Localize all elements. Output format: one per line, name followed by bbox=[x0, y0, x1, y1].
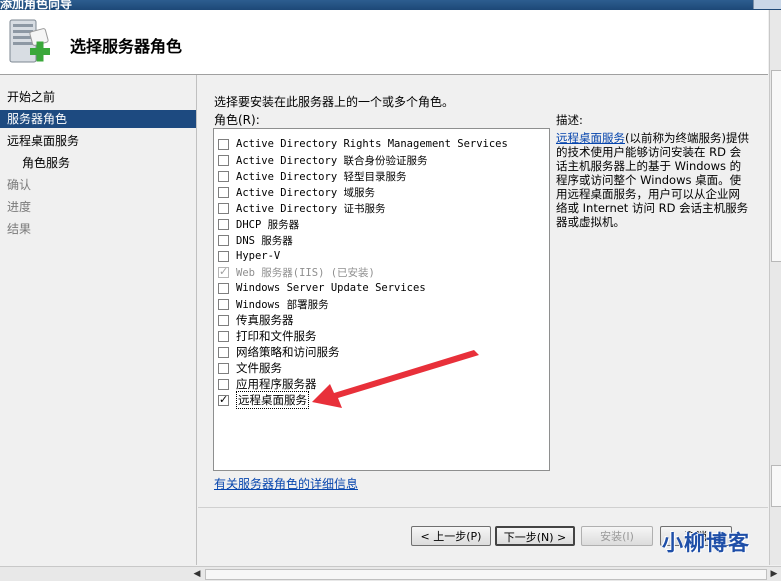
scroll-thumb-lower[interactable] bbox=[771, 465, 781, 507]
role-item[interactable]: Hyper-V bbox=[218, 248, 280, 264]
role-checkbox[interactable] bbox=[218, 298, 229, 310]
description-heading: 描述: bbox=[556, 113, 583, 127]
server-add-icon bbox=[9, 19, 50, 63]
page-title: 选择服务器角色 bbox=[70, 37, 183, 56]
bottom-scrollbar[interactable]: ◀ ▶ bbox=[0, 566, 781, 581]
more-info-link[interactable]: 有关服务器角色的详细信息 bbox=[214, 475, 358, 492]
main-content: 选择要安装在此服务器上的一个或多个角色。 角色(R): Active Direc… bbox=[198, 75, 768, 565]
nav-item-before-you-begin[interactable]: 开始之前 bbox=[0, 88, 196, 106]
role-label: 网络策略和访问服务 bbox=[236, 345, 340, 359]
role-checkbox-checked[interactable] bbox=[218, 393, 229, 406]
role-item[interactable]: 网络策略和访问服务 bbox=[218, 344, 340, 360]
role-checkbox[interactable] bbox=[218, 250, 229, 262]
role-label: 打印和文件服务 bbox=[236, 329, 317, 343]
role-item[interactable]: Active Directory 证书服务 bbox=[218, 200, 385, 216]
role-item[interactable]: 传真服务器 bbox=[218, 312, 294, 328]
role-item[interactable]: DNS 服务器 bbox=[218, 232, 293, 248]
roles-label: 角色(R): bbox=[214, 113, 260, 127]
wizard-nav: 开始之前 服务器角色 远程桌面服务 角色服务 确认 进度 结果 bbox=[0, 75, 197, 565]
role-label: Windows Server Update Services bbox=[236, 282, 426, 294]
nav-item-confirmation: 确认 bbox=[7, 178, 32, 192]
role-label: Active Directory 证书服务 bbox=[236, 202, 386, 215]
role-item[interactable]: 应用程序服务器 bbox=[218, 376, 317, 392]
window-control-button[interactable] bbox=[753, 0, 781, 9]
role-checkbox[interactable] bbox=[218, 170, 229, 182]
role-label: DHCP 服务器 bbox=[236, 218, 300, 231]
role-item[interactable]: 文件服务 bbox=[218, 360, 282, 376]
role-checkbox[interactable] bbox=[218, 218, 229, 230]
role-checkbox[interactable] bbox=[218, 154, 229, 166]
role-checkbox[interactable] bbox=[218, 138, 229, 150]
role-label: Active Directory Rights Management Servi… bbox=[236, 138, 508, 150]
role-item[interactable]: Active Directory 域服务 bbox=[218, 184, 375, 200]
role-item[interactable]: Active Directory 轻型目录服务 bbox=[218, 168, 406, 184]
role-label: 文件服务 bbox=[236, 361, 282, 375]
next-button[interactable]: 下一步(N) > bbox=[495, 526, 575, 546]
role-checkbox[interactable] bbox=[218, 346, 229, 358]
nav-item-results: 结果 bbox=[7, 222, 32, 236]
role-item[interactable]: Windows 部署服务 bbox=[218, 296, 329, 312]
role-label: Web 服务器(IIS) (已安装) bbox=[236, 266, 375, 279]
description-panel: 描述: 远程桌面服务(以前称为终端服务)提供的技术使用户能够访问安装在 RD 会… bbox=[556, 113, 751, 229]
watermark-text: 小柳博客 bbox=[662, 531, 750, 555]
separator bbox=[198, 507, 768, 508]
role-item-installed: Web 服务器(IIS) (已安装) bbox=[218, 264, 375, 280]
description-text: (以前称为终端服务)提供的技术使用户能够访问安装在 RD 会话主机服务器上的基于… bbox=[556, 131, 749, 229]
install-button: 安装(I) bbox=[581, 526, 653, 546]
nav-item-role-services[interactable]: 角色服务 bbox=[0, 154, 196, 172]
role-label: 远程桌面服务 bbox=[236, 391, 309, 409]
role-item[interactable]: DHCP 服务器 bbox=[218, 216, 299, 232]
wizard-header: 选择服务器角色 bbox=[0, 10, 768, 75]
role-label: Active Directory 联合身份验证服务 bbox=[236, 154, 428, 167]
nav-item-progress: 进度 bbox=[7, 200, 32, 214]
role-item[interactable]: Active Directory 联合身份验证服务 bbox=[218, 152, 427, 168]
role-label: Active Directory 域服务 bbox=[236, 186, 375, 199]
role-item-selected[interactable]: 远程桌面服务 bbox=[218, 391, 309, 409]
role-checkbox[interactable] bbox=[218, 282, 229, 294]
role-checkbox[interactable] bbox=[218, 202, 229, 214]
role-item[interactable]: Active Directory Rights Management Servi… bbox=[218, 136, 508, 152]
nav-item-remote-desktop-services[interactable]: 远程桌面服务 bbox=[0, 132, 196, 150]
role-label: Active Directory 轻型目录服务 bbox=[236, 170, 407, 183]
role-checkbox[interactable] bbox=[218, 330, 229, 342]
role-checkbox[interactable] bbox=[218, 378, 229, 390]
scroll-track[interactable] bbox=[205, 569, 767, 580]
role-item[interactable]: Windows Server Update Services bbox=[218, 280, 426, 296]
role-label: 传真服务器 bbox=[236, 313, 294, 327]
scroll-left-icon[interactable]: ◀ bbox=[190, 567, 204, 581]
scroll-right-icon[interactable]: ▶ bbox=[767, 567, 781, 581]
role-label: Hyper-V bbox=[236, 250, 281, 262]
role-checkbox[interactable] bbox=[218, 234, 229, 246]
role-item[interactable]: 打印和文件服务 bbox=[218, 328, 317, 344]
role-label: DNS 服务器 bbox=[236, 234, 293, 247]
instruction-text: 选择要安装在此服务器上的一个或多个角色。 bbox=[214, 95, 455, 109]
role-checkbox[interactable] bbox=[218, 362, 229, 374]
description-role-link[interactable]: 远程桌面服务 bbox=[556, 131, 625, 145]
role-label: Windows 部署服务 bbox=[236, 298, 329, 311]
right-scrollbar[interactable] bbox=[769, 10, 781, 565]
roles-listbox[interactable]: Active Directory Rights Management Servi… bbox=[213, 128, 550, 471]
role-checkbox-disabled bbox=[218, 265, 229, 278]
prev-button[interactable]: < 上一步(P) bbox=[411, 526, 491, 546]
title-bar: 添加角色向导 bbox=[0, 0, 781, 10]
role-checkbox[interactable] bbox=[218, 186, 229, 198]
role-label: 应用程序服务器 bbox=[236, 377, 317, 391]
nav-item-server-roles[interactable]: 服务器角色 bbox=[0, 110, 196, 128]
scroll-thumb[interactable] bbox=[771, 70, 781, 262]
window-title: 添加角色向导 bbox=[0, 0, 73, 10]
role-checkbox[interactable] bbox=[218, 314, 229, 326]
